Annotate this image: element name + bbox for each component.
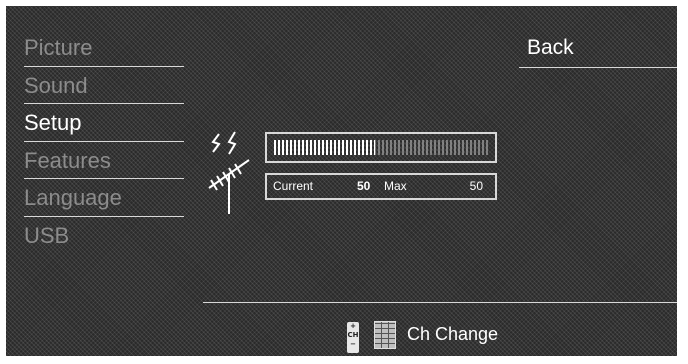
keypad-icon [374, 321, 396, 349]
menu-item-setup[interactable]: Setup [6, 104, 184, 142]
menu-item-features[interactable]: Features [6, 142, 184, 179]
side-menu: Picture Sound Setup Features Language US… [6, 29, 184, 254]
menu-item-language[interactable]: Language [6, 179, 184, 217]
current-value: 50 [357, 179, 371, 193]
max-value: 50 [469, 179, 483, 193]
menu-item-label: Language [24, 185, 122, 210]
menu-item-label: Setup [24, 110, 82, 135]
menu-item-label: Picture [24, 35, 93, 60]
menu-item-label: Features [24, 147, 111, 173]
ch-minus-glyph: − [350, 340, 356, 348]
back-separator [519, 67, 677, 68]
menu-item-sound[interactable]: Sound [6, 67, 184, 104]
menu-item-label: USB [24, 222, 70, 248]
channel-button-icon: + CH − [347, 322, 359, 353]
signal-strength-meter [265, 132, 497, 163]
menu-item-usb[interactable]: USB [6, 217, 184, 255]
menu-item-label: Sound [24, 72, 88, 98]
menu-item-picture[interactable]: Picture [6, 29, 184, 67]
meter-fill [274, 140, 375, 155]
current-label: Current [273, 179, 314, 193]
signal-info-box: Current 50 Max 50 [265, 173, 497, 200]
antenna-signal-icon [208, 131, 250, 214]
back-label: Back [527, 36, 574, 59]
footer-separator [203, 302, 677, 303]
tv-osd-screen: Picture Sound Setup Features Language US… [6, 6, 677, 356]
max-label: Max [384, 179, 407, 193]
ch-plus-glyph: + [350, 322, 356, 330]
ch-label-glyph: CH [347, 331, 359, 339]
ch-change-label: Ch Change [407, 324, 499, 344]
back-button[interactable]: Back [519, 34, 677, 68]
